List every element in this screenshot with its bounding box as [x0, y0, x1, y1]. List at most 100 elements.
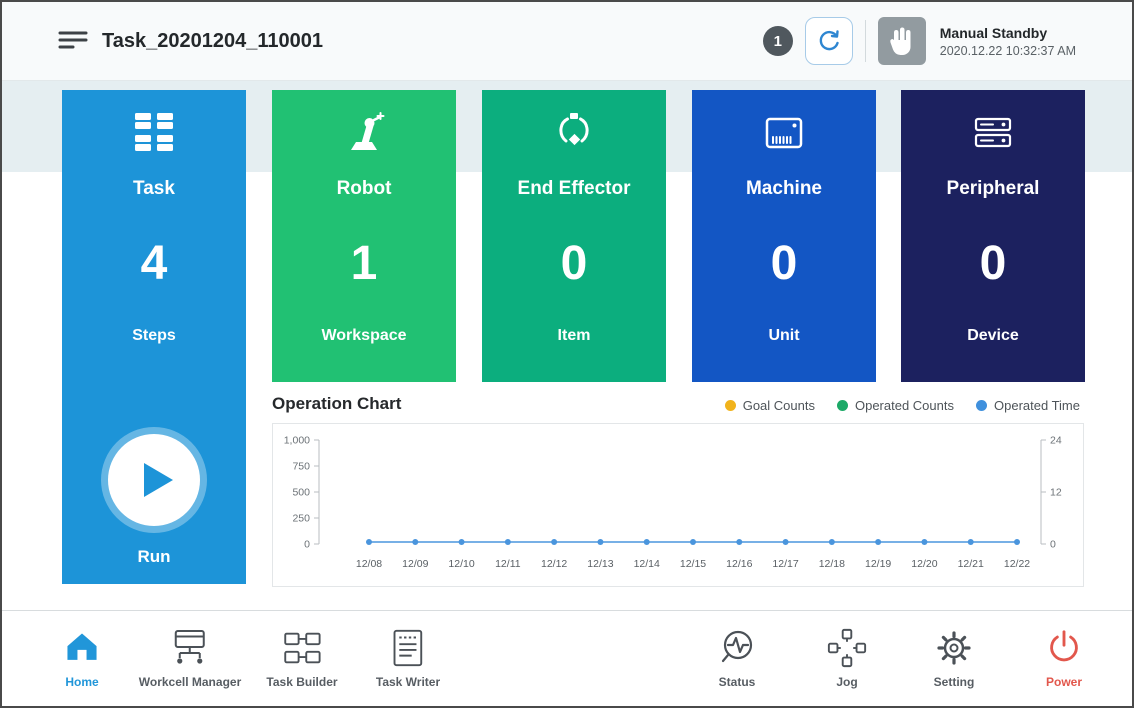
nav-workcell-manager[interactable]: Workcell Manager [139, 625, 241, 689]
svg-text:500: 500 [292, 487, 310, 499]
run-label: Run [62, 547, 246, 567]
mode-status: Manual Standby [940, 25, 1076, 41]
svg-text:12/20: 12/20 [911, 558, 937, 570]
machine-icon [692, 110, 876, 156]
svg-text:0: 0 [304, 539, 310, 551]
end-effector-card-value: 0 [482, 236, 666, 291]
svg-text:1,000: 1,000 [284, 435, 310, 447]
svg-text:12/09: 12/09 [402, 558, 428, 570]
menu-button[interactable] [58, 29, 88, 51]
operation-chart-title: Operation Chart [272, 394, 401, 414]
nav-label: Task Builder [266, 675, 337, 689]
play-icon [141, 461, 175, 499]
nav-label: Home [65, 675, 98, 689]
header: Task_20201204_110001 1 [2, 2, 1132, 81]
nav-setting[interactable]: Setting [932, 625, 976, 689]
robot-status: Manual Standby 2020.12.22 10:32:37 AM [940, 25, 1076, 58]
end-effector-card[interactable]: End Effector 0 Item [482, 90, 666, 382]
task-writer-icon [387, 625, 429, 671]
svg-text:12/22: 12/22 [1004, 558, 1030, 570]
nav-label: Workcell Manager [139, 675, 241, 689]
robot-card-sublabel: Workspace [272, 327, 456, 345]
nav-label: Status [719, 675, 756, 689]
svg-text:12/10: 12/10 [448, 558, 474, 570]
peripheral-card-sublabel: Device [901, 327, 1085, 345]
page-title: Task_20201204_110001 [102, 2, 323, 80]
app-window: Task_20201204_110001 1 [0, 0, 1134, 708]
robot-card-label: Robot [272, 178, 456, 200]
home-icon [62, 625, 102, 671]
svg-text:12/16: 12/16 [726, 558, 752, 570]
svg-text:250: 250 [292, 513, 310, 525]
legend-label: Goal Counts [743, 398, 815, 413]
chart-plot-area: 1,000 750 500 250 0 24 12 0 12/08 12/09 12/10 12/11… [273, 424, 1083, 586]
gripper-icon [482, 110, 666, 156]
nav-label: Jog [836, 675, 857, 689]
task-card-sublabel: Steps [62, 327, 246, 345]
nav-status[interactable]: Status [715, 625, 759, 689]
svg-text:12/18: 12/18 [819, 558, 845, 570]
svg-text:12/11: 12/11 [495, 558, 521, 570]
power-icon [1043, 625, 1085, 671]
machine-card-sublabel: Unit [692, 327, 876, 345]
peripheral-card-value: 0 [901, 236, 1085, 291]
nav-task-writer[interactable]: Task Writer [376, 625, 440, 689]
svg-text:12/19: 12/19 [865, 558, 891, 570]
svg-text:12/08: 12/08 [356, 558, 382, 570]
hamburger-icon [58, 29, 88, 51]
machine-card-value: 0 [692, 236, 876, 291]
svg-text:0: 0 [1050, 539, 1056, 551]
nav-jog[interactable]: Jog [826, 625, 868, 689]
svg-text:12: 12 [1050, 487, 1062, 499]
svg-text:12/17: 12/17 [772, 558, 798, 570]
svg-text:24: 24 [1050, 435, 1062, 447]
nav-task-builder[interactable]: Task Builder [266, 625, 337, 689]
notification-badge[interactable]: 1 [763, 26, 793, 56]
svg-text:12/21: 12/21 [958, 558, 984, 570]
bottom-nav: Home Workcell Manager [2, 610, 1132, 706]
svg-text:12/15: 12/15 [680, 558, 706, 570]
legend-label: Operated Counts [855, 398, 954, 413]
status-icon [715, 625, 759, 671]
divider [865, 20, 866, 62]
peripheral-icon [901, 110, 1085, 156]
task-builder-icon [281, 625, 323, 671]
svg-text:750: 750 [292, 461, 310, 473]
robot-card-value: 1 [272, 236, 456, 291]
manual-mode-box [878, 17, 926, 65]
task-icon [62, 110, 246, 154]
hand-icon [886, 25, 918, 57]
resume-button[interactable] [805, 17, 853, 65]
operation-chart: 1,000 750 500 250 0 24 12 0 12/08 12/09 12/10 12/11… [272, 423, 1084, 587]
nav-label: Power [1046, 675, 1082, 689]
machine-card[interactable]: Machine 0 Unit [692, 90, 876, 382]
run-button[interactable] [108, 434, 200, 526]
legend-operated-counts: Operated Counts [837, 398, 954, 413]
machine-card-label: Machine [692, 178, 876, 200]
nav-label: Task Writer [376, 675, 440, 689]
header-right: 1 Manual Standby [763, 2, 1076, 80]
task-card[interactable]: Task 4 Steps Run [62, 90, 246, 584]
robot-card[interactable]: Robot 1 Workspace [272, 90, 456, 382]
peripheral-card-label: Peripheral [901, 178, 1085, 200]
nav-label: Setting [934, 675, 975, 689]
operated-counts-dot [837, 400, 848, 411]
peripheral-card[interactable]: Peripheral 0 Device [901, 90, 1085, 382]
task-card-label: Task [62, 178, 246, 200]
task-card-value: 4 [62, 236, 246, 291]
jog-icon [826, 625, 868, 671]
robot-arm-icon [272, 110, 456, 156]
workcell-manager-icon [167, 625, 213, 671]
end-effector-card-sublabel: Item [482, 327, 666, 345]
datetime: 2020.12.22 10:32:37 AM [940, 44, 1076, 58]
svg-text:12/14: 12/14 [634, 558, 660, 570]
legend-label: Operated Time [994, 398, 1080, 413]
nav-home[interactable]: Home [62, 625, 102, 689]
nav-power[interactable]: Power [1043, 625, 1085, 689]
goal-counts-dot [725, 400, 736, 411]
legend-goal-counts: Goal Counts [725, 398, 815, 413]
svg-text:12/12: 12/12 [541, 558, 567, 570]
chart-legend: Goal Counts Operated Counts Operated Tim… [725, 398, 1080, 413]
gear-icon [932, 625, 976, 671]
end-effector-card-label: End Effector [482, 178, 666, 200]
